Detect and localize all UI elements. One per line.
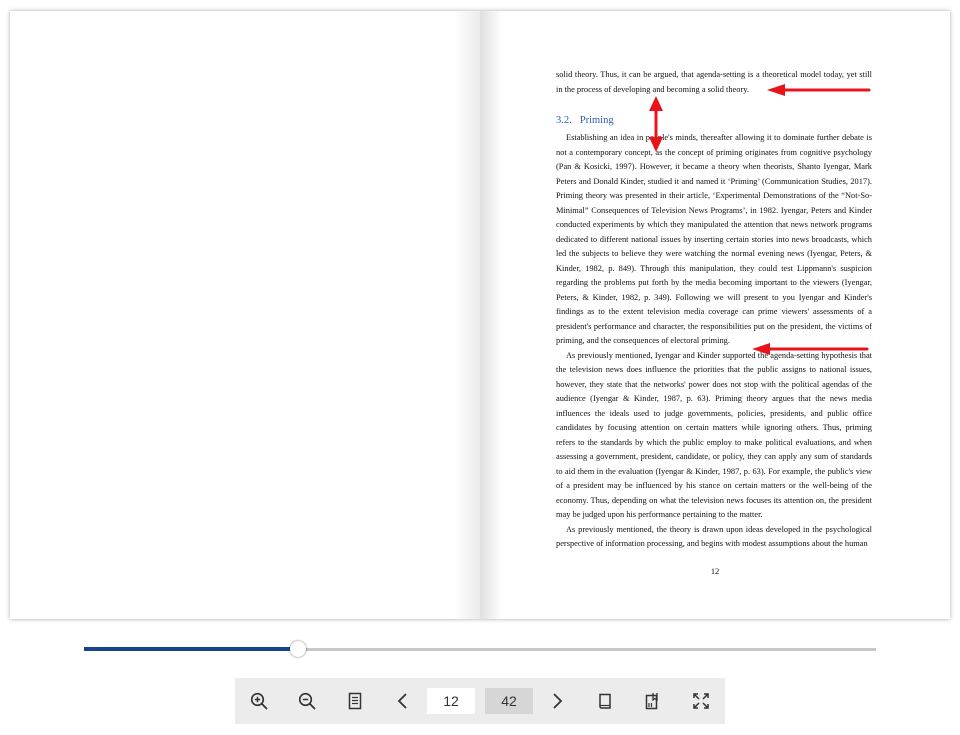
current-page-input[interactable]: [427, 688, 475, 714]
text-line: to aid them in the evaluation (Iyengar &…: [556, 466, 872, 476]
text-line: president's performance and character, t…: [556, 321, 872, 331]
text-line: findings as to the extent television med…: [556, 307, 872, 316]
text-line: audience (Iyengar & Kinder, 1987, p. 63)…: [556, 394, 872, 403]
text-line: led the subjects to believe they were wa…: [556, 249, 872, 258]
text-line: Kinder, 1982, p. 849). Through this mani…: [556, 263, 872, 273]
page-text: solid theory. Thus, it can be argued, th…: [556, 68, 872, 552]
text-line: candidates by focusing attention on cert…: [556, 423, 872, 432]
page-number: 12: [710, 567, 720, 576]
zoom-in-icon: [250, 692, 268, 710]
paragraph-information: As previously mentioned, the theory is d…: [556, 523, 872, 552]
viewer-toolbar: 42: [235, 678, 725, 724]
previous-page-button[interactable]: [379, 678, 427, 724]
bookmarks-button[interactable]: [629, 678, 677, 724]
left-page-blank: [10, 11, 480, 619]
paragraph-agenda: As previously mentioned, Iyengar and Kin…: [556, 349, 872, 523]
chevron-left-icon: [397, 693, 407, 709]
book-icon: [599, 693, 611, 709]
text-line: dedicated to different national issues b…: [556, 234, 872, 244]
text-line: perspective of information processing, a…: [556, 539, 868, 548]
zoom-out-button[interactable]: [283, 678, 331, 724]
text-line: of a president may be influenced by his …: [556, 481, 872, 490]
right-page: solid theory. Thus, it can be argued, th…: [480, 11, 950, 619]
text-line: the television news does influence the p…: [556, 365, 872, 374]
text-line: Establishing an idea in people's minds, …: [566, 133, 872, 142]
text-line: Priming theory was presented in their ar…: [556, 191, 872, 200]
double-arrow-icon: [649, 96, 663, 152]
text-line: refers to the standards by which the pub…: [556, 437, 872, 447]
left-gutter-shadow: [454, 11, 480, 619]
text-line: not a contemporary concept, as the conce…: [556, 147, 872, 157]
zoom-out-icon: [298, 692, 316, 710]
text-line: Minimal” Consequences of Television News…: [556, 205, 872, 215]
single-page-icon: [348, 692, 362, 710]
fullscreen-button[interactable]: [677, 678, 725, 724]
paragraph-priming: Establishing an idea in people's minds, …: [556, 131, 872, 349]
section-title: Priming: [579, 115, 614, 126]
text-line: conducted experiments by which they mani…: [556, 220, 872, 229]
text-line: may be judged upon his performance perta…: [556, 510, 763, 519]
text-line: influences the ideals used to judge gove…: [556, 408, 872, 418]
text-line: solid theory. Thus, it can be argued, th…: [556, 70, 872, 79]
book-viewer: solid theory. Thus, it can be argued, th…: [10, 11, 950, 619]
page-indicator: 42: [427, 688, 533, 714]
text-line: regarding the problems put forth by the …: [556, 278, 872, 287]
text-line: assessing a government, president, candi…: [556, 452, 872, 461]
text-line: economy. Thus, depending on what the tel…: [556, 495, 872, 505]
book-view-button[interactable]: [581, 678, 629, 724]
text-line: Peters, & Kinder, 1982, p. 349). Followi…: [556, 292, 872, 302]
bookmark-pages-icon: [645, 693, 658, 710]
total-pages: 42: [485, 688, 533, 714]
text-line: As previously mentioned, the theory is d…: [566, 524, 872, 534]
fullscreen-icon: [693, 693, 709, 709]
annotation-arrow-icon: [752, 343, 869, 355]
zoom-in-button[interactable]: [235, 678, 283, 724]
slider-fill: [84, 647, 298, 651]
text-line: however, they state that the networks' p…: [556, 379, 872, 389]
chevron-right-icon: [553, 693, 563, 709]
next-page-button[interactable]: [533, 678, 581, 724]
single-page-button[interactable]: [331, 678, 379, 724]
right-gutter-shadow: [480, 11, 502, 619]
text-line: Peters and Donald Kinder, studied it and…: [556, 176, 872, 186]
section-heading: 3.2. Priming: [556, 114, 872, 127]
slider-thumb[interactable]: [290, 641, 306, 657]
text-line: (Pan & Kosicki, 1997). However, it becam…: [556, 162, 872, 171]
page-progress-slider[interactable]: [84, 641, 876, 657]
annotation-arrow-icon: [767, 84, 871, 96]
section-number: 3.2.: [556, 115, 572, 126]
